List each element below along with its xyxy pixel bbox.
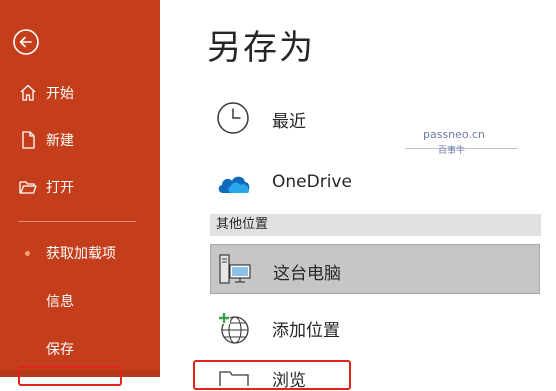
dot-indicator [25,251,30,256]
location-label: 最近 [272,112,306,132]
add-place-icon [216,310,250,344]
sidebar-item-label: 获取加载项 [46,246,116,262]
sidebar-item-label: 开始 [46,86,74,102]
location-label: 添加位置 [272,321,340,341]
sidebar-item-home[interactable]: 开始 [0,73,160,113]
location-label: 这台电脑 [273,264,341,284]
section-header-other-locations: 其他位置 [210,214,541,236]
location-label: OneDrive [272,172,352,192]
this-pc-icon [217,253,251,287]
watermark-text: passneo.cn [423,128,485,141]
sidebar-item-label: 信息 [46,294,74,310]
sidebar-item-open[interactable]: 打开 [0,167,160,207]
sidebar-item-label: 保存 [46,342,74,358]
sidebar-item-new[interactable]: 新建 [0,120,160,160]
sidebar-item-get-addins[interactable]: 获取加载项 [0,233,160,273]
location-this-pc[interactable]: 这台电脑 [210,244,540,294]
sidebar-divider [18,221,136,222]
sidebar-item-info[interactable]: 信息 [0,281,160,321]
sidebar-item-label: 新建 [46,133,74,149]
back-arrow-icon[interactable] [12,28,40,56]
sidebar-item-label: 打开 [46,180,74,196]
location-browse[interactable] [193,360,351,390]
page-title: 另存为 [207,28,315,68]
clock-icon [216,101,250,135]
backstage-sidebar: 开始 新建 打开 获取加载项 信息 保存 [0,0,160,386]
highlight-box [18,366,122,386]
location-add-place[interactable]: 添加位置 [210,302,540,350]
onedrive-cloud-icon [216,166,250,200]
location-onedrive[interactable]: OneDrive [210,158,540,206]
location-recent[interactable]: 最近 [210,93,540,141]
home-icon [18,83,38,103]
open-folder-icon [18,177,38,197]
new-document-icon [18,130,38,150]
watermark-text: 百事牛 [438,146,466,156]
sidebar-item-save[interactable]: 保存 [0,329,160,369]
